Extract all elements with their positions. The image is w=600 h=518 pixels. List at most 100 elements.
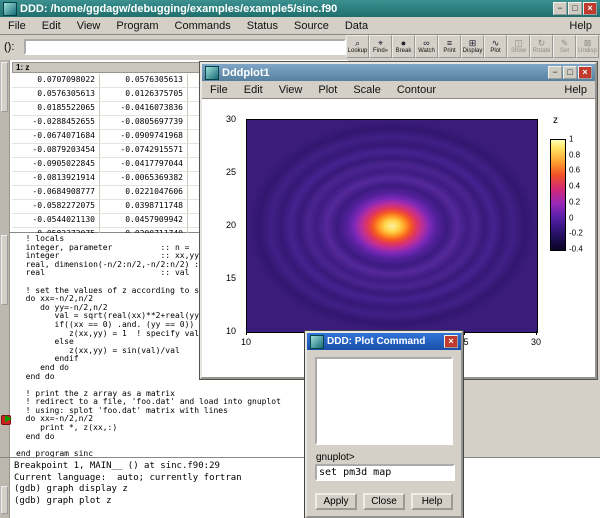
y-tick-label: 20	[226, 220, 236, 230]
gnuplot-command-input[interactable]	[315, 464, 455, 481]
menu-program[interactable]: Program	[108, 19, 166, 33]
dialog-title: DDD: Plot Command	[327, 336, 425, 347]
matrix-cell[interactable]: 0.0576305613	[100, 74, 188, 87]
matrix-cell[interactable]: -0.0582272075	[12, 200, 100, 213]
source-scrollbar-thumb[interactable]	[1, 235, 8, 305]
menu-data[interactable]: Data	[337, 19, 376, 33]
plot-menu-scale[interactable]: Scale	[345, 83, 389, 97]
minimize-icon[interactable]: −	[553, 2, 567, 15]
matrix-cell[interactable]: 0.0576305613	[12, 88, 100, 101]
ddd-main-window: DDD: /home/ggdagw/debugging/examples/exa…	[0, 0, 600, 518]
dialog-titlebar[interactable]: DDD: Plot Command ×	[307, 333, 461, 350]
toolbar-print-button[interactable]: ≡Print	[438, 35, 461, 58]
matrix-cell[interactable]: 0.0707098022	[12, 74, 100, 87]
plot-menu-file[interactable]: File	[202, 83, 236, 97]
plot-minimize-icon[interactable]: −	[548, 66, 562, 79]
matrix-cell[interactable]: -0.0813921914	[12, 172, 100, 185]
toolbar-display-button[interactable]: ⊞Display	[461, 35, 484, 58]
plot-menu-view[interactable]: View	[271, 83, 311, 97]
matrix-cell[interactable]: -0.0674071684	[12, 130, 100, 143]
sinc-heatmap	[247, 120, 537, 332]
toolbar-lookup-button[interactable]: ⌕Lookup	[346, 35, 369, 58]
matrix-cell[interactable]: -0.0879203454	[12, 144, 100, 157]
matrix-cell[interactable]: -0.0805697739	[100, 116, 188, 129]
app-icon	[3, 2, 17, 16]
watch-icon: ∞	[423, 38, 429, 48]
colorbar-ticks: 10.80.60.40.20-0.2-0.4	[569, 139, 595, 249]
plot-close-icon[interactable]: ×	[578, 66, 592, 79]
main-toolbar: ⌕Lookup⌖Find»●Break∞Watch≡Print⊞Display∿…	[346, 35, 599, 58]
argument-input[interactable]	[24, 39, 346, 55]
console-scrollbar-thumb[interactable]	[1, 486, 8, 514]
breakpoint-marker[interactable]: ▶	[1, 415, 17, 425]
toolbar-rotate-button[interactable]: ↻Rotate	[530, 35, 553, 58]
menu-help[interactable]: Help	[561, 19, 600, 33]
matrix-cell[interactable]: -0.0742915571	[100, 144, 188, 157]
dialog-apply-button[interactable]: Apply	[315, 493, 357, 510]
print-icon: ≡	[447, 38, 452, 48]
matrix-cell[interactable]: -0.0905022845	[12, 158, 100, 171]
menu-file[interactable]: File	[0, 19, 34, 33]
matrix-cell[interactable]: 0.0185522065	[12, 102, 100, 115]
matrix-cell[interactable]: -0.0417797044	[100, 158, 188, 171]
rotate-icon: ↻	[538, 38, 546, 48]
toolbar-button-label: Plot	[490, 48, 500, 55]
plot-menu-help[interactable]: Help	[556, 83, 595, 97]
menu-commands[interactable]: Commands	[167, 19, 239, 33]
x-tick-label: 30	[531, 337, 541, 347]
dialog-help-button[interactable]: Help	[411, 493, 453, 510]
plot-menu-plot[interactable]: Plot	[310, 83, 345, 97]
plot-app-icon	[205, 66, 219, 80]
toolbar-plot-button[interactable]: ∿Plot	[484, 35, 507, 58]
colorbar-tick-label: 0	[569, 213, 573, 222]
console-line[interactable]: (gdb) graph display z	[14, 484, 242, 496]
plot-menu-contour[interactable]: Contour	[389, 83, 444, 97]
console-line[interactable]: (gdb) graph plot z	[14, 496, 242, 508]
plot-command-dialog: DDD: Plot Command × gnuplot> ApplyCloseH…	[305, 331, 463, 518]
matrix-cell[interactable]: -0.0065369382	[100, 172, 188, 185]
toolbar-button-label: Break	[396, 48, 412, 55]
toolbar-watch-button[interactable]: ∞Watch	[415, 35, 438, 58]
menu-status[interactable]: Status	[239, 19, 286, 33]
data-scrollbar-thumb[interactable]	[1, 62, 8, 112]
source-line[interactable]: print *, z(xx,:)	[16, 424, 281, 433]
matrix-cell[interactable]: 0.0221047606	[100, 186, 188, 199]
toolbar-button-label: Watch	[418, 48, 435, 55]
dialog-close-icon[interactable]: ×	[444, 335, 458, 348]
menu-view[interactable]: View	[69, 19, 109, 33]
menu-edit[interactable]: Edit	[34, 19, 69, 33]
plot-window-titlebar[interactable]: Dddplot1 − □ ×	[202, 64, 595, 81]
maximize-icon[interactable]: □	[568, 2, 582, 15]
matrix-cell[interactable]: 0.0126375705	[100, 88, 188, 101]
matrix-cell[interactable]: -0.0288452655	[12, 116, 100, 129]
toolbar-button-label: Display	[463, 48, 483, 55]
console-line[interactable]: Breakpoint 1, MAIN__ () at sinc.f90:29	[14, 461, 242, 473]
close-icon[interactable]: ×	[583, 2, 597, 15]
toolbar-undisp-button[interactable]: ⊠Undisp	[576, 35, 599, 58]
data-scrollbar[interactable]	[0, 60, 10, 233]
gdb-console-pane[interactable]: Breakpoint 1, MAIN__ () at sinc.f90:29Cu…	[0, 457, 600, 518]
console-scrollbar[interactable]	[0, 458, 10, 518]
toolbar-break-button[interactable]: ●Break	[392, 35, 415, 58]
matrix-cell[interactable]: -0.0544021130	[12, 214, 100, 227]
main-menus: FileEditViewProgramCommandsStatusSourceD…	[0, 19, 376, 33]
console-line[interactable]: Current language: auto; currently fortra…	[14, 473, 242, 485]
menu-source[interactable]: Source	[286, 19, 337, 33]
toolbar-button-label: Show	[511, 48, 526, 55]
toolbar-set-button[interactable]: ✎Set	[553, 35, 576, 58]
matrix-cell[interactable]: -0.0416073836	[100, 102, 188, 115]
plot-maximize-icon[interactable]: □	[563, 66, 577, 79]
plot-menu-edit[interactable]: Edit	[236, 83, 271, 97]
toolbar-find-button[interactable]: ⌖Find»	[369, 35, 392, 58]
toolbar-show-button[interactable]: ◫Show	[507, 35, 530, 58]
toolbar-button-label: Rotate	[533, 48, 551, 55]
matrix-cell[interactable]: 0.0457909942	[100, 214, 188, 227]
plot-command-history-list[interactable]	[315, 357, 453, 445]
matrix-cell[interactable]: 0.0398711748	[100, 200, 188, 213]
dialog-close-button[interactable]: Close	[363, 493, 405, 510]
matrix-cell[interactable]: -0.0684908777	[12, 186, 100, 199]
main-window-title: DDD: /home/ggdagw/debugging/examples/exa…	[20, 3, 337, 15]
source-line[interactable]: end do	[16, 433, 281, 442]
main-window-titlebar[interactable]: DDD: /home/ggdagw/debugging/examples/exa…	[0, 0, 600, 17]
matrix-cell[interactable]: -0.0909741968	[100, 130, 188, 143]
